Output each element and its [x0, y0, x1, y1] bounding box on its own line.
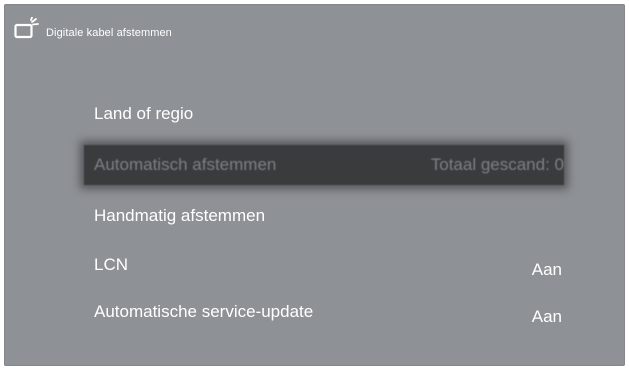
menu-item-value: Aan	[531, 307, 562, 326]
menu-item-handmatig-afstemmen[interactable]: Handmatig afstemmen	[84, 196, 564, 236]
menu-item-lcn[interactable]: LCN Aan	[84, 245, 564, 285]
menu-item-automatische-service-update[interactable]: Automatische service-update Aan	[84, 292, 564, 332]
menu-item-automatisch-afstemmen[interactable]: Automatisch afstemmen Totaal gescand: 0	[84, 145, 564, 185]
tv-menu-screen: Digitale kabel afstemmen Land of regio A…	[4, 4, 625, 366]
menu-item-land-of-regio[interactable]: Land of regio	[84, 94, 564, 134]
menu-item-label: Automatische service-update	[94, 302, 314, 321]
menu-item-label: Automatisch afstemmen	[94, 155, 277, 174]
menu-header: Digitale kabel afstemmen	[14, 16, 172, 42]
menu-item-value: Totaal gescand: 0	[430, 155, 564, 174]
menu-item-label: LCN	[94, 255, 129, 274]
menu-item-label: Handmatig afstemmen	[94, 206, 266, 225]
menu-item-label: Land of regio	[94, 104, 194, 123]
page-title: Digitale kabel afstemmen	[46, 26, 172, 39]
tv-antenna-icon	[14, 17, 39, 39]
menu-item-value: Aan	[531, 260, 562, 279]
